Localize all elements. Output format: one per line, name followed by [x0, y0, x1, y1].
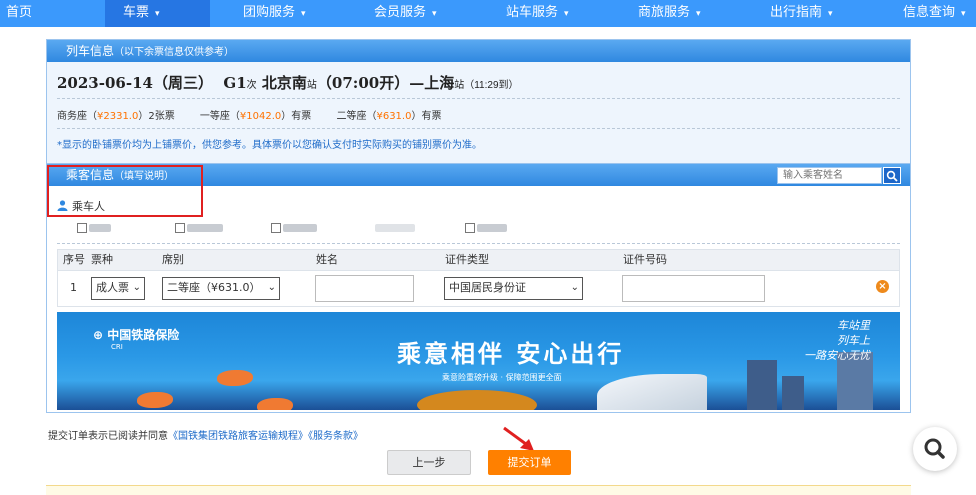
agreement-text: 提交订单表示已阅读并同意《国铁集团铁路旅客运输规程》《服务条款》	[48, 431, 363, 442]
chevron-down-icon: ⌄	[267, 282, 276, 293]
banner-calligraphy: 车站里 列车上 一路安心无忧	[804, 319, 870, 362]
terms-link[interactable]: 《服务条款》	[308, 431, 363, 442]
cri-logo: ⊕ 中国铁路保险 CRI	[93, 328, 180, 351]
rail-logo-icon: ⊕	[93, 328, 104, 342]
seat-second-class: 二等座（¥631.0）有票	[336, 111, 442, 122]
banner-subtitle: 乘意险重磅升级 · 保障范围更全面	[442, 373, 562, 382]
search-icon	[886, 170, 898, 182]
train-info-header: 列车信息（以下余票信息仅供参考）	[47, 40, 910, 62]
nav-travel-guide[interactable]: 出行指南 ▾	[770, 0, 833, 27]
passenger-checkbox-list	[77, 221, 897, 237]
passenger-checkbox[interactable]	[271, 221, 317, 235]
id-number-input[interactable]	[622, 275, 765, 302]
nav-home[interactable]: 首页	[6, 0, 32, 27]
name-input[interactable]	[315, 275, 414, 302]
koi-fish-image	[137, 392, 173, 408]
rules-link[interactable]: 《国铁集团铁路旅客运输规程》	[168, 431, 308, 442]
passenger-checkbox[interactable]	[77, 221, 111, 235]
nav-member-service[interactable]: 会员服务 ▾	[374, 0, 437, 27]
train-title: 2023-06-14（周三） G1次 北京南站（07:00开）—上海站（11:2…	[57, 74, 519, 92]
seat-availability: 商务座（¥2331.0）2张票 一等座（¥1042.0）有票 二等座（¥631.…	[57, 107, 441, 122]
chevron-down-icon: ⌄	[132, 282, 141, 293]
divider	[57, 98, 900, 99]
chevron-down-icon: ▾	[432, 9, 437, 19]
nav-info-query[interactable]: 信息查询 ▾	[903, 0, 966, 27]
id-type-select[interactable]: 中国居民身份证 ⌄	[444, 277, 583, 300]
submit-order-button[interactable]: 提交订单	[488, 450, 571, 475]
passenger-search-input[interactable]	[777, 167, 882, 184]
divider	[57, 128, 900, 129]
price-note: *显示的卧铺票价均为上铺票价，供您参考。具体票价以您确认支付时实际购买的铺别票价…	[57, 140, 482, 151]
red-arrow-icon	[503, 426, 534, 451]
seat-business: 商务座（¥2331.0）2张票	[57, 111, 175, 122]
highlight-box	[47, 165, 203, 217]
banner-slogan: 乘意相伴 安心出行	[397, 339, 625, 368]
passenger-table-header: 序号 票种 席别 姓名 证件类型 证件号码	[57, 249, 900, 271]
passenger-checkbox	[373, 221, 415, 235]
chevron-down-icon: ▾	[961, 9, 966, 19]
delete-row-icon[interactable]: ×	[876, 280, 889, 293]
seat-class-select[interactable]: 二等座（¥631.0） ⌄	[162, 277, 280, 300]
insurance-banner[interactable]: ⊕ 中国铁路保险 CRI 乘意相伴 安心出行 乘意险重磅升级 · 保障范围更全面…	[57, 312, 900, 410]
koi-fish-image	[257, 398, 293, 410]
chevron-down-icon: ▾	[155, 9, 160, 19]
nav-tickets[interactable]: 车票 ▾	[105, 0, 210, 27]
nav-station-service[interactable]: 站车服务 ▾	[506, 0, 569, 27]
search-button[interactable]	[883, 167, 901, 184]
nav-group-service[interactable]: 团购服务 ▾	[243, 0, 306, 27]
train-image	[597, 374, 707, 410]
chevron-down-icon: ▾	[828, 9, 833, 19]
seat-first-class: 一等座（¥1042.0）有票	[199, 111, 312, 122]
notice-strip	[46, 485, 911, 495]
chevron-down-icon: ⌄	[570, 282, 579, 293]
top-nav: 首页 车票 ▾ 团购服务 ▾ 会员服务 ▾ 站车服务 ▾ 商旅服务 ▾ 出行指南 ▾ 信息查…	[0, 0, 976, 27]
passenger-checkbox[interactable]	[175, 221, 223, 235]
train-info-panel: 列车信息（以下余票信息仅供参考） 2023-06-14（周三） G1次 北京南站…	[46, 39, 911, 171]
chevron-down-icon: ▾	[301, 9, 306, 19]
divider	[57, 243, 900, 244]
previous-step-button[interactable]: 上一步	[387, 450, 471, 475]
floating-search-button[interactable]	[913, 427, 957, 471]
chevron-down-icon: ▾	[696, 9, 701, 19]
search-icon	[924, 438, 945, 459]
koi-fish-image	[217, 370, 253, 386]
passenger-body: 乘车人 序号 票种 席别 姓名 证件类型 证件号码 1 成人票 ⌄ 二等座（¥63…	[47, 186, 910, 410]
table-row: 1 成人票 ⌄ 二等座（¥631.0） ⌄ 中国居民身份证 ⌄ ×	[57, 271, 900, 307]
passenger-checkbox[interactable]	[465, 221, 507, 235]
train-info-body: 2023-06-14（周三） G1次 北京南站（07:00开）—上海站（11:2…	[47, 62, 910, 170]
ticket-type-select[interactable]: 成人票 ⌄	[91, 277, 145, 300]
chevron-down-icon: ▾	[564, 9, 569, 19]
banner-decoration	[417, 390, 537, 410]
nav-business-travel[interactable]: 商旅服务 ▾	[638, 0, 701, 27]
